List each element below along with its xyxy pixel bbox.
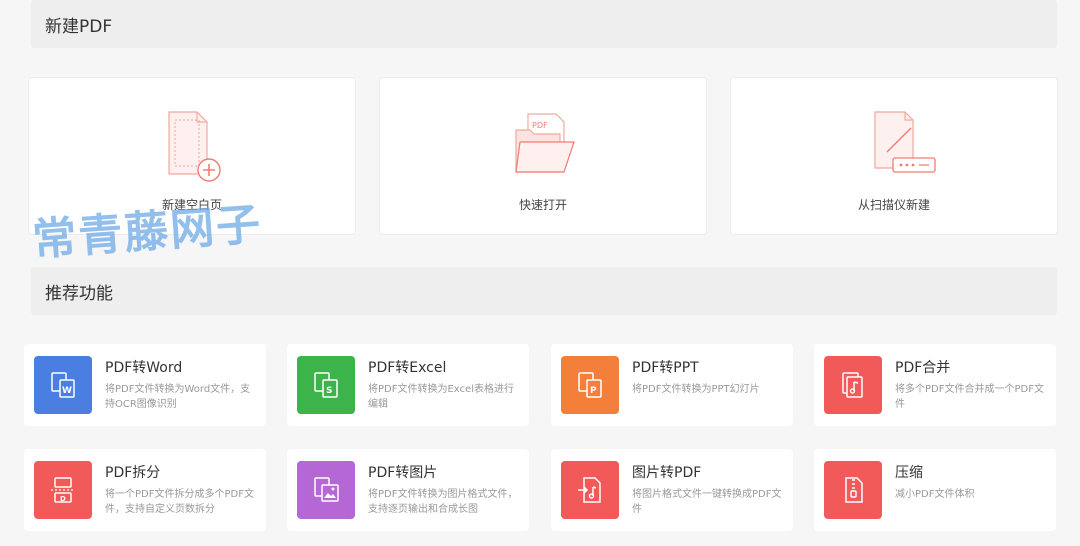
- pdf-to-image-tile[interactable]: PDF转图片 将PDF文件转换为图片格式文件，支持逐页输出和合成长图: [287, 449, 529, 531]
- pdf-to-image-icon: [297, 461, 355, 519]
- svg-text:PDF: PDF: [532, 121, 548, 130]
- new-pdf-section-title: 新建PDF: [45, 16, 113, 37]
- image-to-pdf-title: 图片转PDF: [632, 465, 702, 481]
- pdf-to-excel-icon: S: [297, 356, 355, 414]
- recommended-section-title: 推荐功能: [45, 283, 113, 304]
- pdf-to-word-icon: W: [34, 356, 92, 414]
- svg-text:P: P: [590, 386, 597, 396]
- pdf-to-word-desc: 将PDF文件转换为Word文件，支持OCR图像识别: [105, 384, 251, 410]
- pdf-to-image-desc: 将PDF文件转换为图片格式文件，支持逐页输出和合成长图: [368, 489, 518, 515]
- blank-page-add-icon: [168, 111, 221, 182]
- svg-text:D: D: [60, 495, 66, 503]
- image-to-pdf-desc: 将图片格式文件一键转换成PDF文件: [632, 489, 782, 515]
- compress-title: 压缩: [895, 465, 923, 481]
- pdf-merge-title: PDF合并: [895, 360, 951, 376]
- new-pdf-section-header: 新建PDF: [31, 0, 1057, 48]
- pdf-to-word-title: PDF转Word: [105, 360, 183, 376]
- pdf-to-ppt-tile[interactable]: P PDF转PPT 将PDF文件转换为PPT幻灯片: [551, 344, 793, 426]
- new-from-scanner-card[interactable]: 从扫描仪新建: [730, 77, 1058, 235]
- pdf-to-excel-desc: 将PDF文件转换为Excel表格进行编辑: [368, 384, 514, 410]
- quick-open-label: 快速打开: [518, 198, 567, 212]
- pdf-split-tile[interactable]: D PDF拆分 将一个PDF文件拆分成多个PDF文件，支持自定义页数拆分: [24, 449, 266, 531]
- svg-text:W: W: [62, 386, 72, 396]
- pdf-split-icon: D: [34, 461, 92, 519]
- pdf-merge-icon: [824, 356, 882, 414]
- compress-icon: [824, 461, 882, 519]
- folder-pdf-icon: PDF: [515, 113, 575, 173]
- new-from-scanner-label: 从扫描仪新建: [857, 198, 930, 212]
- pdf-to-ppt-title: PDF转PPT: [632, 360, 699, 376]
- image-to-pdf-tile[interactable]: 图片转PDF 将图片格式文件一键转换成PDF文件: [551, 449, 793, 531]
- image-to-pdf-icon: [561, 461, 619, 519]
- recommended-section-header: 推荐功能: [31, 267, 1057, 315]
- pdf-to-word-tile[interactable]: W PDF转Word 将PDF文件转换为Word文件，支持OCR图像识别: [24, 344, 266, 426]
- pdf-to-ppt-icon: P: [561, 356, 619, 414]
- pdf-merge-tile[interactable]: PDF合并 将多个PDF文件合并成一个PDF文件: [814, 344, 1056, 426]
- quick-open-card[interactable]: PDF 快速打开: [379, 77, 707, 235]
- pdf-to-excel-tile[interactable]: S PDF转Excel 将PDF文件转换为Excel表格进行编辑: [287, 344, 529, 426]
- pdf-merge-desc: 将多个PDF文件合并成一个PDF文件: [895, 384, 1044, 410]
- compress-desc: 减小PDF文件体积: [895, 489, 975, 500]
- scanner-icon: [874, 111, 936, 173]
- svg-text:S: S: [326, 386, 332, 396]
- pdf-to-excel-title: PDF转Excel: [368, 360, 447, 376]
- pdf-to-image-title: PDF转图片: [368, 465, 438, 481]
- pdf-split-desc: 将一个PDF文件拆分成多个PDF文件，支持自定义页数拆分: [105, 489, 254, 515]
- compress-tile[interactable]: 压缩 减小PDF文件体积: [814, 449, 1056, 531]
- pdf-split-title: PDF拆分: [105, 465, 161, 481]
- pdf-to-ppt-desc: 将PDF文件转换为PPT幻灯片: [632, 384, 760, 395]
